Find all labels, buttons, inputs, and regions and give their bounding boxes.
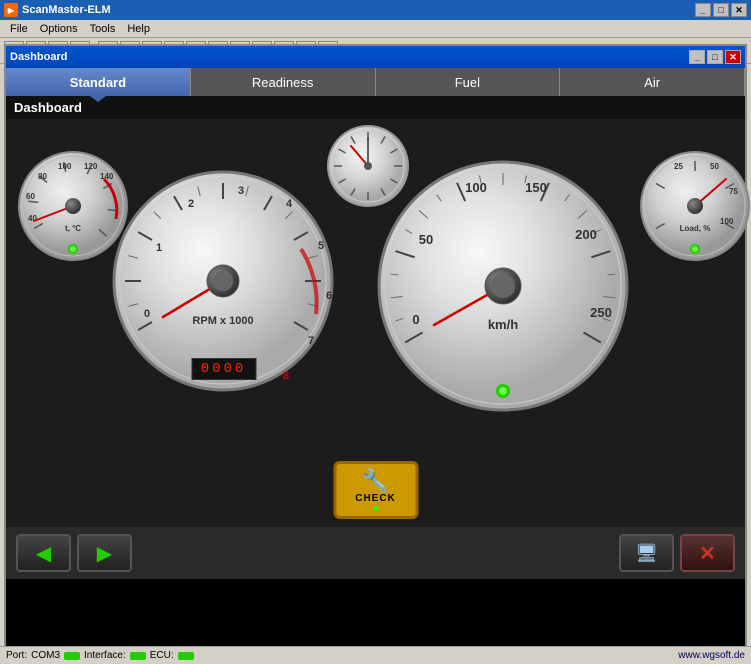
svg-text:t, °C: t, °C: [65, 224, 81, 233]
dashboard-window: Dashboard _ □ ✕ Standard Readiness Fuel …: [4, 44, 747, 652]
nav-right-buttons: 🖥 ✕: [619, 534, 735, 572]
forward-button[interactable]: ▶: [77, 534, 132, 572]
ecu-indicator: [178, 652, 194, 660]
os-title: ScanMaster-ELM: [22, 4, 695, 16]
dash-maximize-button[interactable]: □: [707, 50, 723, 64]
svg-text:50: 50: [710, 162, 719, 171]
tab-standard[interactable]: Standard: [6, 68, 191, 96]
interface-label: Interface:: [84, 650, 126, 661]
statusbar-left: Port: COM3 Interface: ECU:: [6, 650, 194, 661]
os-window-controls: _ □ ✕: [695, 3, 747, 17]
close-button[interactable]: ✕: [680, 534, 735, 572]
svg-text:25: 25: [674, 162, 683, 171]
port-label: Port:: [6, 650, 27, 661]
menu-tools[interactable]: Tools: [84, 22, 122, 36]
rpm-gauge: 0 1 2 3 4 5 6 7 8 RPM x 1000: [111, 169, 336, 394]
port-value: COM3: [31, 650, 60, 661]
svg-text:60: 60: [26, 192, 35, 201]
monitor-button[interactable]: 🖥: [619, 534, 674, 572]
svg-text:Load, %: Load, %: [680, 224, 711, 233]
svg-text:1: 1: [156, 242, 162, 254]
rpm-digital-display: 0000: [191, 358, 256, 380]
os-titlebar: ▶ ScanMaster-ELM _ □ ✕: [0, 0, 751, 20]
svg-text:250: 250: [590, 305, 612, 320]
svg-text:km/h: km/h: [488, 317, 518, 332]
svg-text:7: 7: [308, 335, 314, 347]
dash-minimize-button[interactable]: _: [689, 50, 705, 64]
svg-text:40: 40: [28, 214, 37, 223]
svg-text:200: 200: [575, 227, 597, 242]
back-button[interactable]: ◀: [16, 534, 71, 572]
dashboard-window-title: Dashboard: [10, 51, 67, 63]
menu-help[interactable]: Help: [121, 22, 156, 36]
svg-text:100: 100: [58, 162, 72, 171]
port-indicator: [64, 652, 80, 660]
tab-fuel[interactable]: Fuel: [376, 68, 561, 96]
tab-readiness[interactable]: Readiness: [191, 68, 376, 96]
menu-file[interactable]: File: [4, 22, 34, 36]
os-minimize-button[interactable]: _: [695, 3, 711, 17]
dashboard-titlebar: Dashboard _ □ ✕: [6, 46, 745, 68]
statusbar: Port: COM3 Interface: ECU: www.wgsoft.de: [0, 646, 751, 664]
rpm-value: 0000: [201, 361, 247, 377]
svg-text:100: 100: [465, 180, 487, 195]
svg-text:100: 100: [720, 217, 734, 226]
menubar: File Options Tools Help: [0, 20, 751, 38]
svg-text:80: 80: [38, 172, 47, 181]
website-link: www.wgsoft.de: [678, 650, 745, 661]
dash-close-button[interactable]: ✕: [725, 50, 741, 64]
check-engine-text: CHECK: [355, 493, 396, 504]
svg-text:RPM x 1000: RPM x 1000: [192, 315, 253, 327]
gauge-area: 40 60 80 100 120 140 t, °C: [6, 119, 745, 579]
bottom-nav-bar: ◀ ▶ 🖥 ✕: [6, 527, 745, 579]
svg-text:2: 2: [188, 198, 194, 210]
svg-text:0: 0: [412, 312, 419, 327]
svg-text:6: 6: [326, 290, 332, 302]
check-engine-light: 🔧 CHECK: [333, 461, 418, 519]
interface-indicator: [130, 652, 146, 660]
svg-text:3: 3: [238, 185, 244, 197]
svg-text:150: 150: [525, 180, 547, 195]
ecu-label: ECU:: [150, 650, 174, 661]
dashboard-window-controls: _ □ ✕: [689, 50, 741, 64]
svg-text:4: 4: [286, 198, 293, 210]
tab-bar: Standard Readiness Fuel Air: [6, 68, 745, 96]
app-icon: ▶: [4, 3, 18, 17]
check-engine-indicator: [373, 506, 378, 511]
os-close-button[interactable]: ✕: [731, 3, 747, 17]
dashboard-section-label: Dashboard: [6, 96, 745, 119]
speed-gauge: 0 50 100 150 200 250 km/h: [376, 159, 631, 414]
svg-text:50: 50: [419, 232, 433, 247]
tab-air[interactable]: Air: [560, 68, 745, 96]
os-maximize-button[interactable]: □: [713, 3, 729, 17]
svg-text:0: 0: [144, 308, 150, 320]
nav-left-buttons: ◀ ▶: [16, 534, 132, 572]
menu-options[interactable]: Options: [34, 22, 84, 36]
check-engine-icon: 🔧: [362, 470, 389, 492]
svg-text:75: 75: [729, 187, 738, 196]
load-gauge: 25 50 75 100 Load, %: [638, 149, 751, 264]
svg-text:120: 120: [84, 162, 98, 171]
svg-text:5: 5: [318, 240, 324, 252]
svg-text:8: 8: [283, 370, 289, 382]
